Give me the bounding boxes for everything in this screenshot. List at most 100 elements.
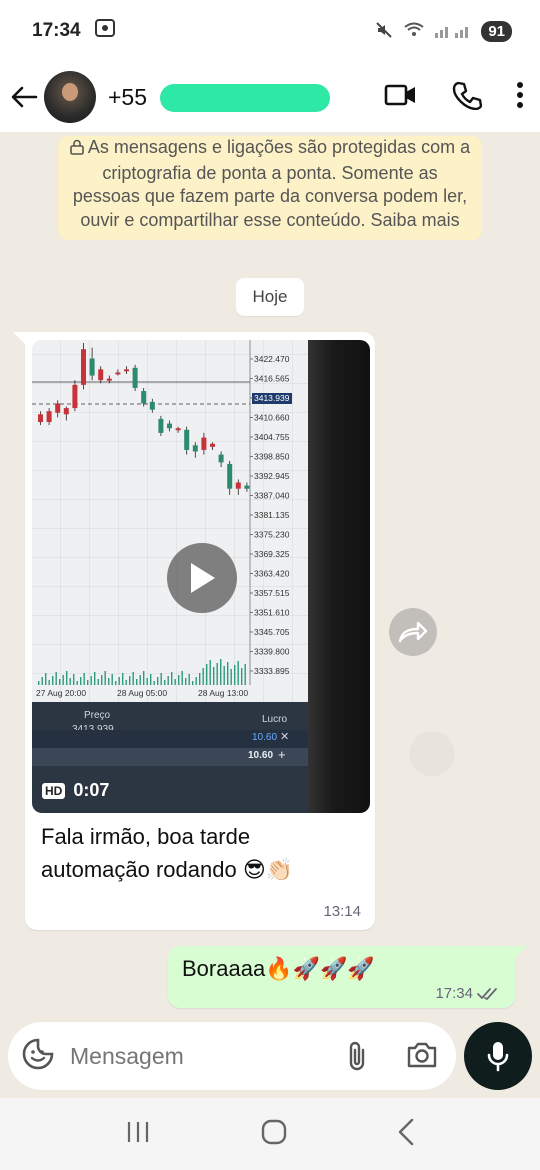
mic-button[interactable] [464,1022,532,1090]
volume-bar [129,676,131,685]
contact-name-text: +55 [108,83,148,110]
price-tick-label: 3398.850 [254,452,290,462]
microphone-icon [487,1042,509,1072]
caption-line2: automação rodando 😎👏🏻 [41,857,294,882]
play-button[interactable] [167,543,237,613]
volume-bar [55,672,57,685]
candle-body [210,443,215,447]
message-input[interactable] [70,1042,310,1070]
volume-bar [48,680,50,685]
voice-call-button[interactable] [452,80,483,115]
sticker-button[interactable] [22,1038,54,1075]
volume-bar [153,681,155,685]
outgoing-text: Boraaaa🔥🚀🚀🚀 [182,956,375,981]
volume-bar [45,673,47,685]
candle-body [218,454,224,463]
outgoing-timestamp: 17:34 [435,985,473,1002]
hd-badge: HD [42,782,66,799]
back-button[interactable] [0,73,48,121]
volume-bar [202,668,204,685]
price-tick-label: 3422.470 [254,354,290,364]
candle-body [72,384,78,409]
encryption-text: As mensagens e ligações são protegidas c… [72,137,471,230]
volume-bar [111,674,113,685]
incoming-timestamp: 13:14 [323,903,361,920]
contact-avatar[interactable] [44,71,96,123]
caption-line1: Fala irmão, boa tarde [41,824,251,849]
candle-body [149,401,155,410]
volume-bar [139,675,141,685]
attach-button[interactable] [346,1040,368,1077]
status-bar: 17:34 91 [0,0,540,62]
date-chip: Hoje [236,278,304,316]
volume-bar [174,679,176,685]
price-tick-label: 3413.939 [254,393,290,403]
chart-screenshot: 3422.470 3416.565 3413.939 3410.660 3404.755… [32,340,309,702]
candle-body [38,414,43,423]
candle-body [235,482,241,489]
forward-button[interactable] [389,608,437,656]
paperclip-icon [349,1041,365,1071]
candle-body [115,372,121,375]
price-tick-label: 3375.230 [254,530,290,540]
volume-bar [80,677,82,685]
panel-profit-row1: 10.60 [252,732,278,743]
sticker-icon [22,1038,54,1069]
volume-bar [83,673,85,685]
chat-header: +55 [0,62,540,132]
home-button[interactable] [261,1119,287,1150]
candle-body [141,391,147,404]
volume-bar [167,676,169,685]
plus-icon: + [278,747,286,762]
volume-bar [185,678,187,685]
volume-bar [97,679,99,685]
price-tick-label: 3410.660 [254,413,290,423]
candle-body [124,369,129,372]
camera-button[interactable] [406,1040,438,1075]
candle-body [158,418,164,433]
system-nav-bar [0,1098,540,1170]
outgoing-message[interactable]: Boraaaa🔥🚀🚀🚀 17:34 [168,946,527,1008]
candle-body [46,411,52,423]
chat-area[interactable]: As mensagens e ligações são protegidas c… [0,132,540,1020]
volume-bar [234,665,236,685]
price-tick-label: 3333.895 [254,666,290,676]
double-check-icon [477,987,497,1000]
phone-icon [452,81,483,110]
price-tick-label: 3392.945 [254,471,290,481]
price-tick-label: 3339.800 [254,647,290,657]
encryption-notice[interactable]: As mensagens e ligações são protegidas c… [58,136,482,240]
back-nav-button[interactable] [397,1118,415,1151]
wifi-icon [403,21,425,42]
price-tick-label: 3416.565 [254,374,290,384]
price-tick-label: 3357.515 [254,588,290,598]
status-time: 17:34 [32,20,81,41]
price-tick-label: 3404.755 [254,432,290,442]
recents-button[interactable] [125,1120,151,1149]
volume-bar [122,673,124,685]
candle-body [227,463,233,489]
volume-bar [160,673,162,685]
time-tick-label: 28 Aug 13:00 [198,688,248,698]
panel-profit-label: Lucro [262,714,288,725]
recents-icon [127,1121,149,1142]
video-thumbnail[interactable]: 3422.470 3416.565 3413.939 3410.660 3404.755… [32,340,370,813]
volume-bar [178,675,180,685]
video-call-button[interactable] [384,82,418,113]
volume-bar [164,680,166,685]
volume-bar [115,681,117,685]
more-options-button[interactable] [516,81,524,114]
battery-indicator: 91 [481,20,512,42]
candle-body [244,485,250,489]
price-tick-label: 3363.420 [254,569,290,579]
volume-bar [125,680,127,685]
candle-body [63,408,69,415]
volume-bar [181,671,183,685]
incoming-message[interactable]: 3422.470 3416.565 3413.939 3410.660 3404.755… [13,332,375,930]
lock-icon [70,138,84,162]
message-composer [8,1022,456,1090]
forward-icon [398,621,428,643]
volume-bar [118,677,120,685]
volume-bar [143,671,145,685]
contact-name[interactable]: +55 [108,79,330,115]
